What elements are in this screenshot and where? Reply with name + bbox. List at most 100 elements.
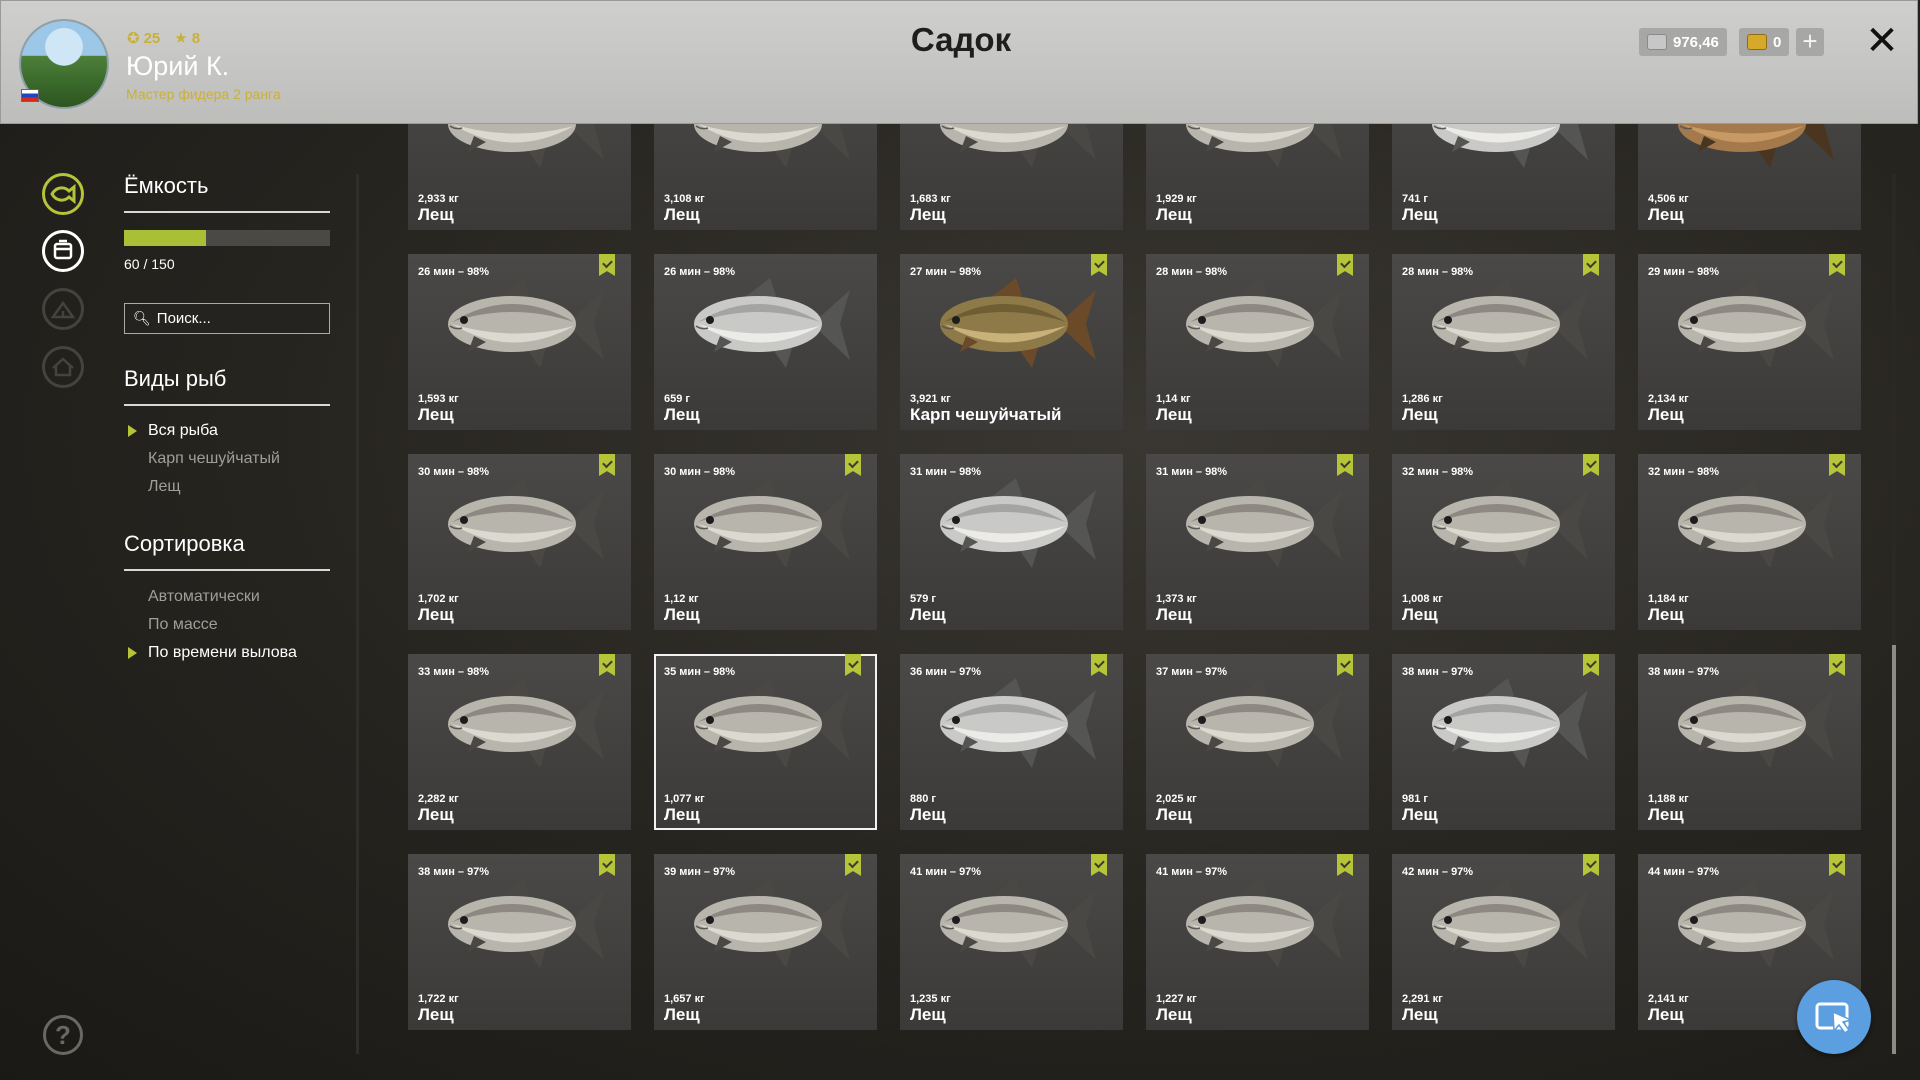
stars-indicator: ★ 8 — [174, 29, 200, 47]
catch-card[interactable]: 2,933 кг Лещ — [408, 124, 631, 230]
bookmark-check-icon[interactable] — [1829, 454, 1845, 476]
catch-card[interactable]: 27 мин – 98% 3,921 кг Карп чешуйчатый — [900, 254, 1123, 430]
catch-card[interactable]: 32 мин – 98% 1,008 кг Лещ — [1392, 454, 1615, 630]
bookmark-check-icon[interactable] — [1583, 854, 1599, 876]
tent-icon[interactable] — [42, 288, 84, 330]
bookmark-check-icon[interactable] — [1337, 254, 1353, 276]
catch-card[interactable]: 38 мин – 97% 1,188 кг Лещ — [1638, 654, 1861, 830]
catch-card[interactable]: 1,929 кг Лещ — [1146, 124, 1369, 230]
catch-card[interactable]: 30 мин – 98% 1,12 кг Лещ — [654, 454, 877, 630]
catch-card[interactable]: 26 мин – 98% 1,593 кг Лещ — [408, 254, 631, 430]
catch-species: Лещ — [1648, 205, 1684, 224]
scrollbar-thumb[interactable] — [1892, 645, 1896, 1054]
catch-species: Лещ — [910, 605, 946, 624]
catch-card[interactable]: 26 мин – 98% 659 г Лещ — [654, 254, 877, 430]
catch-card[interactable]: 38 мин – 97% 981 г Лещ — [1392, 654, 1615, 830]
bookmark-check-icon[interactable] — [599, 654, 615, 676]
species-title: Виды рыб — [124, 366, 330, 406]
player-rank: Мастер фидера 2 ранга — [126, 86, 281, 102]
catch-species: Лещ — [1156, 805, 1192, 824]
bookmark-check-icon[interactable] — [1091, 654, 1107, 676]
bookmark-check-icon[interactable] — [599, 854, 615, 876]
home-icon[interactable] — [42, 346, 84, 388]
catch-weight: 1,373 кг — [1156, 593, 1197, 605]
catch-card[interactable]: 3,108 кг Лещ — [654, 124, 877, 230]
sort-option-auto[interactable]: Автоматически — [148, 588, 260, 606]
catch-card[interactable]: 35 мин – 98% 1,077 кг Лещ — [654, 654, 877, 830]
catch-weight: 1,286 кг — [1402, 393, 1443, 405]
bookmark-check-icon[interactable] — [1337, 854, 1353, 876]
species-option-bream[interactable]: Лещ — [148, 478, 181, 496]
catch-card[interactable]: 42 мин – 97% 2,291 кг Лещ — [1392, 854, 1615, 1030]
catch-weight: 1,008 кг — [1402, 593, 1443, 605]
catch-card[interactable]: 32 мин – 98% 1,184 кг Лещ — [1638, 454, 1861, 630]
catch-card[interactable]: 30 мин – 98% 1,702 кг Лещ — [408, 454, 631, 630]
bookmark-check-icon[interactable] — [1583, 254, 1599, 276]
fish-image — [940, 278, 1096, 368]
star-icon: ★ — [174, 30, 188, 47]
catch-weight: 1,12 кг — [664, 593, 699, 605]
fish-image — [1432, 124, 1588, 168]
top-bar: ✪ 25 ★ 8 Юрий К. Мастер фидера 2 ранга Сад… — [0, 0, 1918, 124]
keepnet-icon[interactable] — [42, 230, 84, 272]
gold-coins-icon — [1747, 34, 1767, 50]
catch-species: Лещ — [910, 1005, 946, 1024]
catch-weight: 741 г — [1402, 193, 1428, 205]
catch-card[interactable]: 31 мин – 98% 1,373 кг Лещ — [1146, 454, 1369, 630]
bookmark-check-icon[interactable] — [1091, 854, 1107, 876]
catch-grid-viewport[interactable]: 2,933 кг Лещ 3,108 кг Лещ 1,683 кг Лещ 1,929 к… — [408, 124, 1868, 1059]
catch-card[interactable]: 38 мин – 97% 1,722 кг Лещ — [408, 854, 631, 1030]
catch-card[interactable]: 41 мин – 97% 1,227 кг Лещ — [1146, 854, 1369, 1030]
sort-option-label: По времени вылова — [148, 644, 297, 661]
catch-card[interactable]: 39 мин – 97% 1,657 кг Лещ — [654, 854, 877, 1030]
bookmark-check-icon[interactable] — [845, 654, 861, 676]
catch-weight: 3,108 кг — [664, 193, 705, 205]
catch-card[interactable]: 1,683 кг Лещ — [900, 124, 1123, 230]
bookmark-check-icon[interactable] — [1337, 654, 1353, 676]
catch-species: Лещ — [910, 205, 946, 224]
close-button[interactable]: ✕ — [1864, 21, 1900, 61]
catch-card[interactable]: 28 мин – 98% 1,14 кг Лещ — [1146, 254, 1369, 430]
catch-card[interactable]: 33 мин – 98% 2,282 кг Лещ — [408, 654, 631, 830]
bookmark-check-icon[interactable] — [845, 854, 861, 876]
catch-weight: 1,722 кг — [418, 993, 459, 1005]
bookmark-check-icon[interactable] — [1337, 454, 1353, 476]
catch-card[interactable]: 41 мин – 97% 1,235 кг Лещ — [900, 854, 1123, 1030]
sort-option-mass[interactable]: По массе — [148, 616, 218, 634]
catch-card[interactable]: 36 мин – 97% 880 г Лещ — [900, 654, 1123, 830]
fish-image — [1678, 278, 1834, 368]
sort-option-time[interactable]: По времени вылова — [128, 644, 297, 662]
add-gold-button[interactable]: + — [1796, 28, 1824, 56]
bookmark-check-icon[interactable] — [599, 254, 615, 276]
bookmark-check-icon[interactable] — [1829, 854, 1845, 876]
species-option-all[interactable]: Вся рыба — [128, 422, 218, 440]
bookmark-check-icon[interactable] — [1583, 654, 1599, 676]
cursor-mode-button[interactable] — [1797, 980, 1871, 1054]
catch-card[interactable]: 28 мин – 98% 1,286 кг Лещ — [1392, 254, 1615, 430]
catch-weight: 1,657 кг — [664, 993, 705, 1005]
capacity-bar-fill — [124, 230, 207, 246]
fish-icon[interactable] — [42, 173, 84, 215]
catch-card[interactable]: 31 мин – 98% 579 г Лещ — [900, 454, 1123, 630]
bookmark-check-icon[interactable] — [1583, 454, 1599, 476]
catch-species: Лещ — [1156, 605, 1192, 624]
catch-species: Лещ — [1402, 1005, 1438, 1024]
search-input[interactable]: 🔍︎ Поиск... — [124, 303, 330, 334]
species-option-carp[interactable]: Карп чешуйчатый — [148, 450, 280, 468]
fish-image — [1678, 478, 1834, 568]
bookmark-check-icon[interactable] — [1829, 254, 1845, 276]
bookmark-check-icon[interactable] — [599, 454, 615, 476]
fish-image — [694, 478, 850, 568]
catch-grid: 2,933 кг Лещ 3,108 кг Лещ 1,683 кг Лещ 1,929 к… — [408, 124, 1861, 1030]
catch-card[interactable]: 37 мин – 97% 2,025 кг Лещ — [1146, 654, 1369, 830]
fish-image — [940, 478, 1096, 568]
catch-card[interactable]: 29 мин – 98% 2,134 кг Лещ — [1638, 254, 1861, 430]
bookmark-check-icon[interactable] — [1091, 254, 1107, 276]
bookmark-check-icon[interactable] — [845, 454, 861, 476]
catch-card[interactable]: 4,506 кг Лещ — [1638, 124, 1861, 230]
catch-card[interactable]: 741 г Лещ — [1392, 124, 1615, 230]
cursor-icon — [1815, 1002, 1854, 1035]
fish-image — [1432, 478, 1588, 568]
bookmark-check-icon[interactable] — [1829, 654, 1845, 676]
help-icon[interactable]: ? — [43, 1015, 83, 1055]
